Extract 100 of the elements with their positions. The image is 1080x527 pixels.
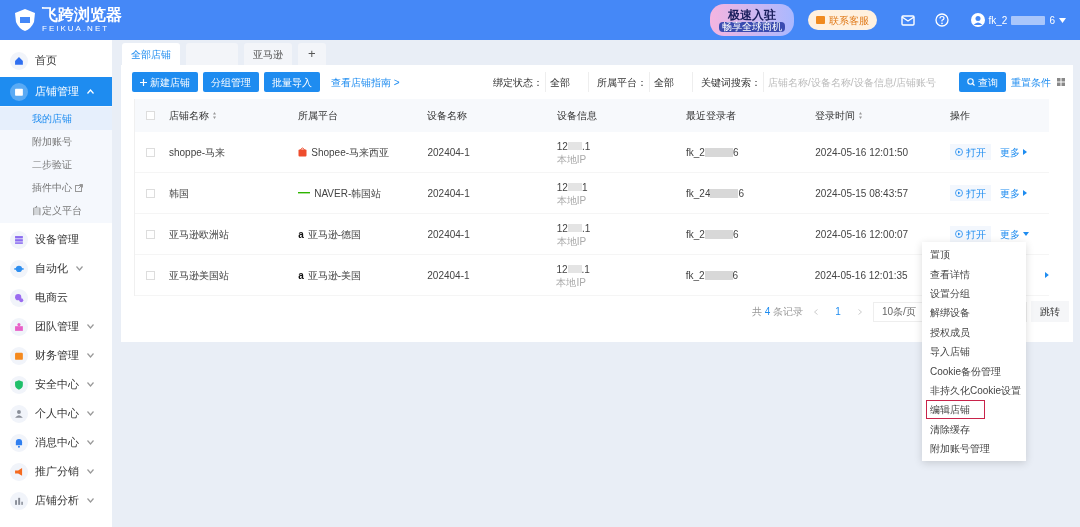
add-tab-button[interactable]: + (298, 43, 326, 65)
ip-prefix: 12 (556, 180, 568, 195)
column-header: 设备名称 (427, 109, 468, 123)
select-all-checkbox[interactable] (146, 111, 155, 120)
search-field[interactable]: 店铺名称/设备名称/设备信息/店铺账号 (763, 72, 955, 92)
menu-item[interactable]: 编辑店铺 (926, 400, 985, 420)
dash-icon (298, 192, 311, 194)
person-icon (10, 404, 28, 423)
user-name-suffix: 6 (732, 145, 739, 160)
help-icon (934, 13, 949, 27)
column-header: 最近登录者 (686, 109, 736, 123)
menu-item[interactable]: 非持久化Cookie设置 (926, 380, 1026, 400)
user-name-suffix: 6 (738, 186, 745, 201)
menu-item[interactable]: 附加账号管理 (926, 439, 994, 459)
sidebar-item[interactable]: 设备管理 (0, 225, 112, 254)
user-avatar-icon (970, 13, 985, 27)
shield-icon (10, 375, 28, 394)
user-name-prefix: fk_24 (686, 186, 711, 201)
sidebar-item[interactable]: 推广分销 (0, 457, 112, 486)
more-button[interactable]: 更多 (999, 185, 1027, 201)
logo-letter: a (298, 227, 304, 242)
user-name-suffix: 6 (732, 268, 739, 283)
caret-down-icon (1059, 17, 1066, 23)
sidebar-item[interactable]: 安全中心 (0, 370, 112, 399)
guide-link[interactable]: 查看店铺指南 > (331, 74, 400, 90)
redaction-block (567, 183, 582, 191)
chevron-right-icon (858, 308, 862, 315)
sidebar-item[interactable]: 电商云 (0, 283, 112, 312)
menu-item[interactable]: 置顶 (926, 245, 954, 265)
redaction-block (567, 142, 582, 150)
filter-label: 绑定状态： (493, 75, 543, 90)
play-icon (954, 148, 963, 156)
chevron-left-icon (814, 308, 818, 315)
logo-subtitle: FEIKUA.NET (42, 25, 111, 33)
help-button[interactable] (934, 13, 949, 27)
mail-button[interactable] (900, 14, 915, 26)
ip-prefix: 12 (556, 221, 568, 236)
ip-suffix: .1 (581, 221, 591, 236)
team-icon (10, 317, 28, 336)
grid-view-button[interactable] (1057, 78, 1065, 86)
row-checkbox[interactable] (146, 270, 155, 280)
sidebar-item[interactable]: 店铺分析 (0, 486, 112, 515)
reset-link[interactable]: 重置条件 (1011, 74, 1051, 90)
sidebar-item[interactable]: 个人中心 (0, 399, 112, 428)
shop-name: shoppe-马来 (168, 146, 226, 158)
plus-icon (140, 78, 147, 86)
row-checkbox[interactable] (146, 229, 155, 239)
promo-banner[interactable]: 极速入驻 畅享全球商机 (709, 4, 794, 36)
page-button[interactable]: 1 (829, 301, 847, 322)
more-button[interactable]: 更多 (999, 144, 1027, 160)
ip-prefix: 12 (556, 262, 568, 277)
sidebar-item[interactable]: 消息中心 (0, 428, 112, 457)
megaphone-icon (10, 462, 28, 481)
promo-subtitle: 畅享全球商机 (718, 21, 785, 32)
menu-item[interactable]: 导入店铺 (926, 342, 974, 362)
bar-chart-icon (10, 491, 28, 510)
login-time: 2024-05-16 12:01:50 (815, 146, 909, 158)
column-header: 登录时间 (815, 109, 856, 123)
submenu-item[interactable]: 插件中心 (0, 176, 112, 199)
submenu-item[interactable]: 二步验证 (0, 153, 112, 176)
redaction-block (1011, 15, 1046, 25)
tab[interactable]: 全部店铺 (122, 43, 180, 65)
platform-name: NAVER-韩国站 (314, 186, 382, 201)
ip-note: 本地IP (556, 194, 587, 207)
redaction-block (704, 270, 733, 280)
submenu-item[interactable]: 附加账号 (0, 130, 112, 153)
column-header: 店铺名称 (168, 109, 209, 123)
menu-item[interactable]: 清除缓存 (926, 419, 974, 439)
filter-select[interactable]: 全部 (545, 72, 589, 92)
tab[interactable]: 亚马逊 (244, 43, 292, 65)
filter-label: 所属平台： (597, 75, 647, 90)
menu-item[interactable]: Cookie备份管理 (926, 361, 1006, 381)
search-label: 关键词搜索： (701, 75, 761, 90)
column-header: 设备信息 (556, 109, 597, 123)
ip-suffix: .1 (581, 262, 590, 277)
row-checkbox[interactable] (146, 188, 155, 198)
menu-item[interactable]: 设置分组 (926, 283, 974, 303)
row-checkbox[interactable] (146, 147, 155, 157)
column-header: 操作 (949, 109, 970, 123)
menu-item[interactable]: 授权成员 (926, 322, 974, 342)
sidebar-item[interactable]: 自动化 (0, 254, 112, 283)
logo-title: 飞跨浏览器 (42, 7, 122, 23)
platform-name: 亚马逊-德国 (307, 227, 362, 242)
more-button[interactable]: 更多 (999, 226, 1029, 242)
submenu-item[interactable]: 自定义平台 (0, 199, 112, 222)
logo-letter: a (298, 268, 304, 283)
play-icon (954, 230, 963, 238)
sidebar-item[interactable]: 首页 (0, 46, 112, 75)
ip-note: 本地IP (556, 153, 587, 166)
menu-item[interactable]: 查看详情 (926, 264, 974, 284)
ip-suffix: .1 (581, 139, 591, 154)
sidebar-item[interactable]: 团队管理 (0, 312, 112, 341)
robot-icon (10, 259, 28, 278)
jump-button[interactable]: 跳转 (1031, 301, 1069, 322)
ip-suffix: 1 (581, 180, 588, 195)
home-icon (10, 51, 28, 70)
sidebar-item[interactable]: 财务管理 (0, 341, 112, 370)
shopping-bag-icon (298, 147, 308, 157)
filter-select[interactable]: 全部 (649, 72, 693, 92)
ip-prefix: 12 (556, 139, 568, 154)
